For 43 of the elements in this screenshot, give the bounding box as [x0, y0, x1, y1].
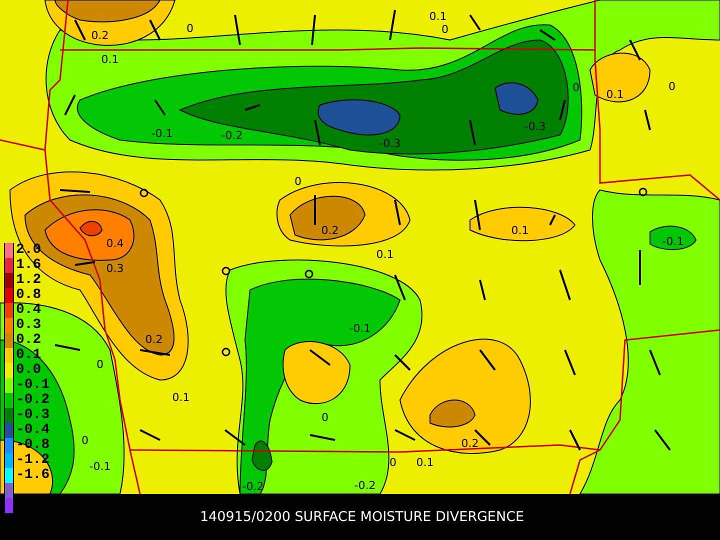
contour-label: 0.1	[511, 224, 529, 237]
legend-label: -0.1	[16, 378, 50, 393]
contour-label: 0	[322, 411, 328, 424]
contour-label: 0	[186, 22, 194, 35]
contour-label: 0.2	[461, 437, 479, 450]
contour-label: 0.1	[101, 53, 119, 66]
contour-label: 0.2	[145, 333, 163, 346]
contour-label: -0.2	[354, 479, 376, 492]
contour-label: 0.4	[106, 237, 124, 250]
contour-label: -0.2	[221, 129, 243, 142]
legend-label: -0.2	[16, 393, 50, 408]
contour-label: 0	[572, 81, 580, 94]
contour-label: 0.1	[376, 248, 394, 261]
legend-label: 0.8	[16, 288, 42, 303]
contour-label: 0	[96, 358, 104, 371]
contour-label: 0	[442, 23, 448, 36]
contour-label: 0.1	[606, 88, 624, 101]
legend-label: -0.3	[16, 408, 50, 423]
contour-label: -0.1	[151, 127, 173, 140]
contour-label: -0.2	[242, 480, 264, 493]
legend-label: 0.0	[16, 363, 42, 378]
contour-label: 0.2	[321, 224, 339, 237]
contour-label: 0.1	[429, 10, 447, 23]
legend-label: 0.3	[16, 318, 42, 333]
legend-label: 0.4	[16, 303, 42, 318]
contour-label: 0	[668, 80, 676, 93]
legend-label: 1.2	[16, 273, 42, 288]
contour-label: 0	[82, 434, 88, 447]
contour-label: -0.3	[379, 137, 401, 150]
contour-label: -0.3	[524, 120, 546, 133]
legend-label: -0.4	[16, 423, 50, 438]
contour-label: -0.1	[662, 235, 684, 248]
contour-label: -0.1	[349, 322, 371, 335]
contour-label: 0	[294, 175, 302, 188]
legend-label: 0.2	[16, 333, 42, 348]
legend-label: -1.6	[16, 468, 50, 483]
contour-label: 0.1	[416, 456, 434, 469]
map-title: 140915/0200 SURFACE MOISTURE DIVERGENCE	[200, 509, 524, 525]
contour-label: -0.1	[89, 460, 111, 473]
contour-label: 0.1	[172, 391, 190, 404]
contour-label: 0.2	[91, 29, 109, 42]
contour-label: 0	[390, 456, 396, 469]
contour-label: 0.3	[106, 262, 124, 275]
